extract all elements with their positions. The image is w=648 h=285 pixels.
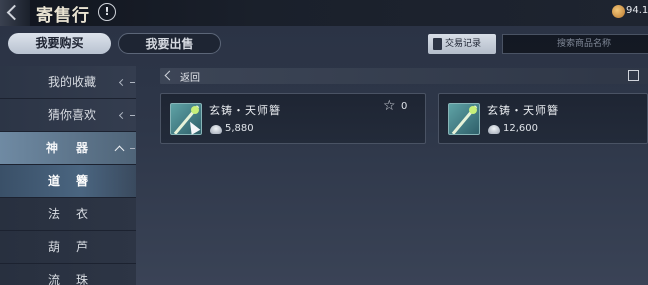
listing-price: 5,880	[225, 123, 254, 134]
listing-name: 玄铸・天师簪	[209, 104, 281, 117]
divider	[130, 115, 135, 116]
back-arrow-icon	[164, 70, 175, 81]
currency-value: 94.12	[626, 5, 648, 16]
chevron-left-icon	[118, 111, 127, 120]
records-icon	[433, 38, 442, 50]
back-bar[interactable]: 返回	[160, 68, 648, 84]
listing-card[interactable]: 玄铸・天师簪 12,600	[438, 93, 648, 144]
sidebar-category-artifact[interactable]: 神器	[0, 132, 136, 165]
sidebar-category-label: 神器	[46, 141, 107, 155]
sidebar-subitem-robe[interactable]: 法衣	[0, 198, 136, 231]
listing-card[interactable]: 玄铸・天师簪 5,880 ☆ 0	[160, 93, 426, 144]
tab-sell[interactable]: 我要出售	[118, 33, 221, 54]
sidebar-subitem-label: 流珠	[48, 273, 105, 285]
sidebar-subitem-label: 葫芦	[48, 240, 105, 254]
chevron-left-icon	[118, 78, 127, 87]
sidebar-item-favorites[interactable]: 我的收藏	[0, 66, 136, 99]
sidebar-item-recommended[interactable]: 猜你喜欢	[0, 99, 136, 132]
search-input[interactable]	[502, 34, 648, 54]
trade-records-button[interactable]: 交易记录	[428, 34, 496, 54]
divider	[130, 148, 135, 149]
sidebar-subitem-gourd[interactable]: 葫芦	[0, 231, 136, 264]
sidebar-subitem-label: 道簪	[48, 174, 105, 188]
favorite-count: 0	[401, 101, 408, 112]
sidebar-subitem-beads[interactable]: 流珠	[0, 264, 136, 285]
sidebar-subitem-hairpin[interactable]: 道簪	[0, 165, 136, 198]
back-label: 返回	[180, 73, 200, 84]
sidebar-item-label: 我的收藏	[48, 75, 97, 89]
back-icon[interactable]	[0, 0, 30, 26]
trade-records-label: 交易记录	[445, 39, 482, 49]
star-icon[interactable]: ☆	[383, 98, 396, 114]
page-title: 寄售行	[36, 6, 90, 26]
help-icon[interactable]: !	[98, 3, 116, 21]
currency-icon	[612, 5, 625, 18]
listing-name: 玄铸・天师簪	[487, 104, 559, 117]
chevron-up-icon	[114, 145, 125, 156]
silver-ingot-icon	[210, 125, 222, 134]
sidebar-subitem-label: 法衣	[48, 207, 105, 221]
sidebar: 我的收藏 猜你喜欢 神器 道簪 法衣 葫芦 流珠	[0, 66, 136, 285]
listing-price: 12,600	[503, 123, 538, 134]
hairpin-item-icon	[448, 103, 480, 135]
tab-buy[interactable]: 我要购买	[8, 33, 111, 54]
sidebar-item-label: 猜你喜欢	[48, 108, 97, 122]
divider	[130, 82, 135, 83]
filter-checkbox[interactable]	[628, 70, 639, 81]
top-bar: 寄售行 ! 94.12	[0, 0, 648, 26]
silver-ingot-icon	[488, 125, 500, 134]
